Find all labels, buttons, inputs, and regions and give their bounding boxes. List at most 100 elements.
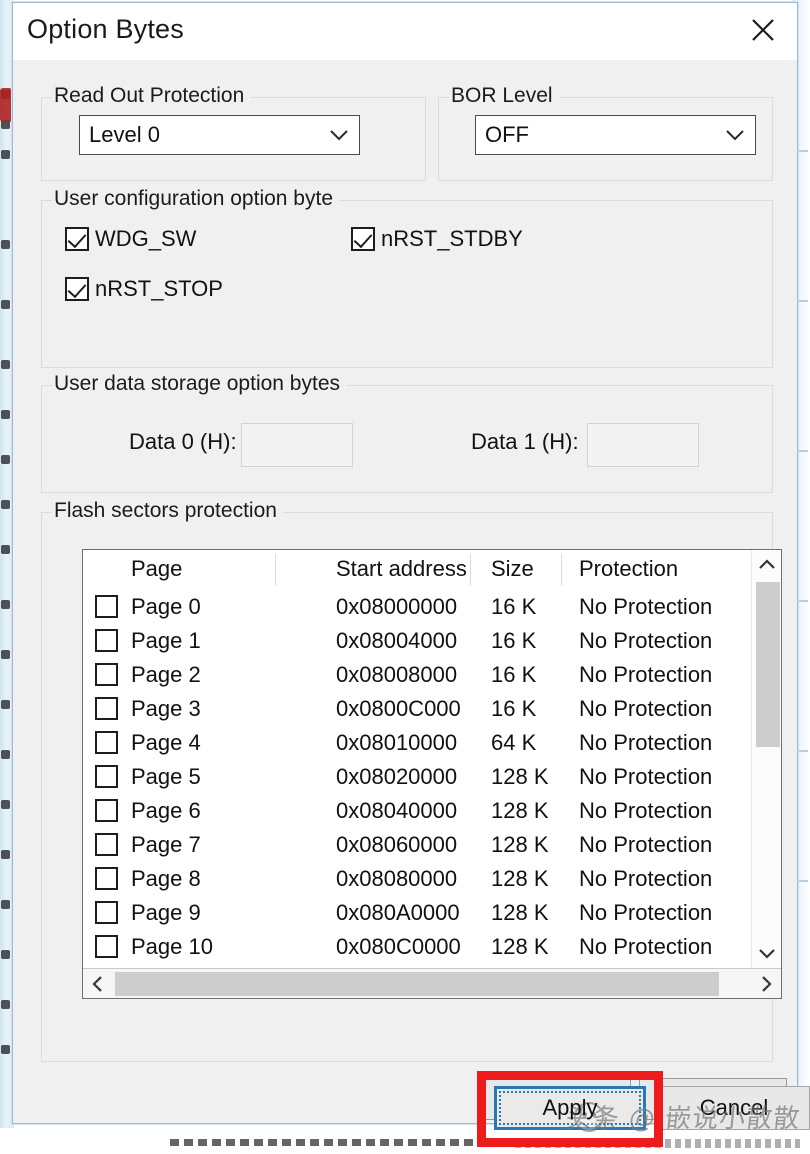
checkbox-box[interactable] [65,277,89,301]
checkbox-nrst-stdby[interactable]: nRST_STDBY [351,226,523,252]
row-size: 128 K [491,832,549,858]
read-out-protection-select[interactable]: Level 0 [79,115,360,155]
row-size: 64 K [491,730,536,756]
bor-level-value: OFF [476,122,715,148]
row-size: 128 K [491,934,549,960]
read-out-protection-value: Level 0 [80,122,319,148]
chevron-up-icon[interactable] [752,550,782,580]
table-row[interactable]: Page 100x080C0000128 KNo Protection [83,930,751,964]
row-checkbox[interactable] [95,663,118,686]
vertical-scrollbar-thumb[interactable] [756,582,780,747]
checkbox-box[interactable] [351,227,375,251]
row-checkbox[interactable] [95,765,118,788]
table-row[interactable]: Page 3 0x0800C000 16 K No Protection [83,692,751,726]
row-protection: No Protection [579,866,712,892]
row-page: Page 6 [131,798,201,824]
row-start-address: 0x08008000 [336,662,457,688]
chevron-left-icon[interactable] [83,969,113,999]
row-page: Page 9 [131,900,201,926]
checkbox-nrst-stop[interactable]: nRST_STOP [65,276,223,302]
table-vertical-scrollbar[interactable] [751,550,781,968]
bor-level-select[interactable]: OFF [475,115,756,155]
row-protection: No Protection [579,594,712,620]
row-page: Page 10 [131,934,213,960]
table-row[interactable]: Page 70x08060000128 KNo Protection [83,828,751,862]
row-start-address: 0x08080000 [336,866,457,892]
row-checkbox[interactable] [95,629,118,652]
flash-sectors-legend: Flash sectors protection [52,499,283,523]
row-size: 16 K [491,594,536,620]
row-page: Page 5 [131,764,201,790]
row-size: 16 K [491,628,536,654]
row-checkbox[interactable] [95,867,118,890]
table-row[interactable]: Page 60x08040000128 KNo Protection [83,794,751,828]
row-protection: No Protection [579,832,712,858]
row-protection: No Protection [579,798,712,824]
table-row[interactable]: Page 9 0x080A0000 128 K No Protection [83,896,751,930]
chevron-down-icon [319,128,359,142]
table-row[interactable]: Page 80x08080000128 KNo Protection [83,862,751,896]
data1-field[interactable] [587,423,699,467]
row-protection: No Protection [579,900,712,926]
row-start-address: 0x08010000 [336,730,457,756]
apply-button[interactable]: Apply [494,1086,646,1130]
cancel-button[interactable]: Cancel [658,1086,810,1130]
chevron-right-icon[interactable] [751,969,781,999]
row-checkbox[interactable] [95,833,118,856]
user-data-storage-legend: User data storage option bytes [52,372,346,396]
row-size: 128 K [491,866,549,892]
chevron-down-icon[interactable] [752,938,782,968]
row-page: Page 4 [131,730,201,756]
flash-sectors-table: Page Start address Size Protection Page … [82,549,782,999]
table-row[interactable]: Page 1 0x08004000 16 K No Protection [83,624,751,658]
horizontal-scrollbar-thumb[interactable] [115,972,719,996]
row-checkbox[interactable] [95,731,118,754]
option-bytes-dialog: Option Bytes Read Out Protection Level 0… [12,2,798,1124]
apply-label: Apply [542,1095,597,1121]
column-header-protection[interactable]: Protection [579,556,678,582]
background-red-marker [0,88,12,122]
row-start-address: 0x0800C000 [336,696,461,722]
column-header-start-address[interactable]: Start address [336,556,467,582]
row-checkbox[interactable] [95,901,118,924]
column-header-size[interactable]: Size [491,556,534,582]
row-start-address: 0x08000000 [336,594,457,620]
table-row[interactable]: Page 4 0x08010000 64 K No Protection [83,726,751,760]
row-size: 128 K [491,900,549,926]
checkbox-label: nRST_STDBY [381,226,523,252]
table-row[interactable]: Page 20x0800800016 KNo Protection [83,658,751,692]
row-size: 16 K [491,696,536,722]
row-checkbox[interactable] [95,935,118,958]
flash-sectors-table-viewport: Page Start address Size Protection Page … [83,550,751,968]
row-size: 128 K [491,798,549,824]
row-protection: No Protection [579,662,712,688]
read-out-protection-legend: Read Out Protection [52,84,250,108]
row-page: Page 3 [131,696,201,722]
row-page: Page 7 [131,832,201,858]
close-icon[interactable] [737,9,789,51]
flash-sectors-group: Flash sectors protection Page Start addr… [41,512,773,1062]
row-protection: No Protection [579,934,712,960]
row-checkbox[interactable] [95,595,118,618]
column-header-page[interactable]: Page [131,556,182,582]
row-size: 16 K [491,662,536,688]
chevron-down-icon [715,128,755,142]
row-checkbox[interactable] [95,799,118,822]
row-protection: No Protection [579,628,712,654]
background-taskbar [0,1128,810,1154]
user-configuration-legend: User configuration option byte [52,187,339,211]
checkbox-wdg-sw[interactable]: WDG_SW [65,226,196,252]
row-protection: No Protection [579,696,712,722]
dialog-body: Read Out Protection Level 0 BOR Level OF… [13,60,797,1123]
bor-level-legend: BOR Level [449,84,559,108]
table-row[interactable]: Page 00x0800000016 KNo Protection [83,590,751,624]
row-protection: No Protection [579,730,712,756]
row-start-address: 0x08004000 [336,628,457,654]
data0-field[interactable] [241,423,353,467]
checkbox-box[interactable] [65,227,89,251]
table-horizontal-scrollbar[interactable] [83,968,781,998]
row-page: Page 1 [131,628,201,654]
table-row[interactable]: Page 50x08020000128 KNo Protection [83,760,751,794]
row-start-address: 0x080A0000 [336,900,460,926]
row-checkbox[interactable] [95,697,118,720]
